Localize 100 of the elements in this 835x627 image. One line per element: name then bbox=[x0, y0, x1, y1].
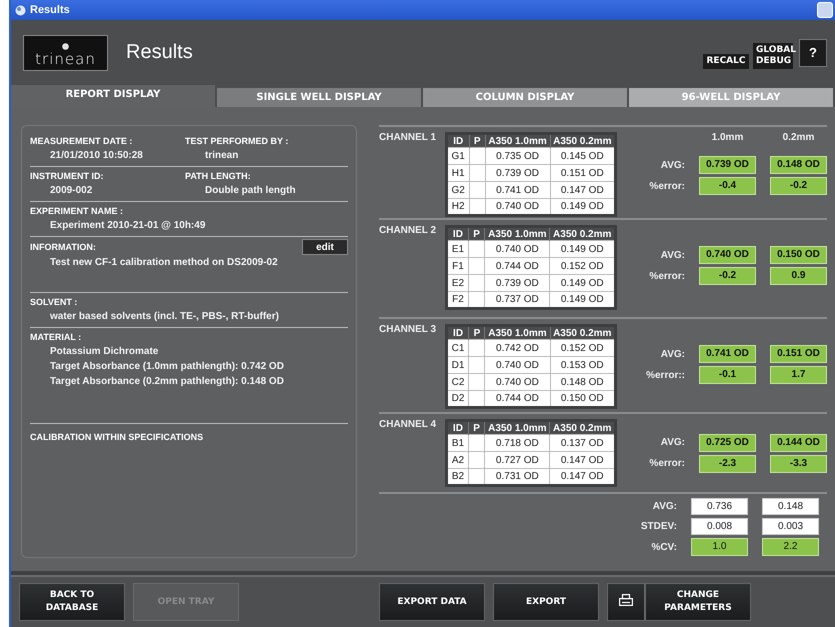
row-label: AVG: bbox=[660, 437, 685, 448]
result-value: 0.150 OD bbox=[770, 246, 827, 264]
table-cell: 0.741 OD bbox=[485, 182, 550, 198]
table-cell: 0.735 OD bbox=[485, 148, 550, 164]
dot-icon bbox=[62, 42, 69, 50]
table-cell: 0.145 OD bbox=[550, 148, 616, 164]
column-header: 0.2mm bbox=[782, 132, 816, 143]
footer-button[interactable]: BACK TO DATABASE bbox=[19, 583, 125, 621]
result-value: 0.736 bbox=[691, 498, 748, 515]
table-cell: 0.718 OD bbox=[484, 434, 550, 452]
page-title: Results bbox=[126, 41, 194, 64]
result-value: -0.1 bbox=[699, 366, 756, 384]
result-value: 0.144 OD bbox=[770, 434, 827, 452]
table-cell: E1 bbox=[446, 240, 469, 258]
column-header: A350 1.0mm bbox=[485, 134, 550, 148]
result-value: 0.148 OD bbox=[770, 156, 827, 174]
header-button[interactable]: RECALC bbox=[703, 54, 749, 68]
column-header: A350 1.0mm bbox=[484, 420, 550, 434]
app-icon bbox=[15, 4, 26, 16]
result-value: -0.2 bbox=[770, 177, 827, 195]
section-text: Target Absorbance (1.0mm pathlength): 0.742 OD bbox=[49, 360, 285, 374]
column-header: A350 0.2mm bbox=[550, 326, 616, 340]
field-value: 2009-002 bbox=[49, 184, 94, 198]
result-value: 0.003 bbox=[762, 518, 819, 535]
help-button[interactable]: ? bbox=[799, 38, 827, 66]
footer-button[interactable]: CHANGE PARAMETERS bbox=[645, 583, 751, 621]
table-cell: B1 bbox=[446, 434, 469, 452]
row-label: %CV: bbox=[650, 542, 677, 552]
footer-button[interactable]: EXPORT DATA bbox=[379, 583, 485, 621]
table-cell: D1 bbox=[446, 356, 469, 374]
column-header: P bbox=[468, 420, 485, 434]
table-cell: 0.739 OD bbox=[484, 274, 550, 292]
result-value: 0.741 OD bbox=[699, 345, 756, 363]
tab[interactable]: SINGLE WELL DISPLAY bbox=[217, 88, 421, 107]
result-value: 0.008 bbox=[691, 518, 748, 535]
table-cell: 0.727 OD bbox=[484, 452, 550, 468]
table-cell: A2 bbox=[446, 452, 469, 468]
column-header: A350 0.2mm bbox=[550, 226, 616, 240]
table-cell: F1 bbox=[446, 258, 469, 274]
table-cell: 0.149 OD bbox=[550, 240, 616, 258]
field-label: TEST PERFORMED BY : bbox=[185, 135, 290, 148]
result-value: 2.2 bbox=[762, 538, 819, 556]
tab[interactable]: REPORT DISPLAY bbox=[11, 85, 215, 107]
footer-button[interactable]: EXPORT bbox=[493, 583, 599, 621]
print-button[interactable] bbox=[607, 583, 645, 621]
field-value: Double path length bbox=[204, 184, 297, 198]
column-header: ID bbox=[446, 420, 469, 434]
row-label: %error: bbox=[648, 270, 685, 282]
row-label: AVG: bbox=[652, 501, 677, 512]
logo-text: trinean bbox=[35, 50, 96, 68]
table-cell: H1 bbox=[446, 164, 470, 182]
table-cell: E2 bbox=[446, 274, 469, 292]
result-value: 1.0 bbox=[691, 538, 748, 556]
table-cell: G2 bbox=[446, 182, 470, 198]
table-cell: C2 bbox=[446, 374, 469, 390]
table-cell: C1 bbox=[446, 340, 469, 356]
field-value: trinean bbox=[204, 149, 240, 163]
status-text: CALIBRATION WITHIN SPECIFICATIONS bbox=[30, 431, 204, 444]
result-value: 0.148 bbox=[762, 498, 819, 515]
table-cell: 0.739 OD bbox=[485, 164, 550, 182]
row-label: AVG: bbox=[660, 160, 685, 170]
window-title: Results bbox=[30, 4, 70, 16]
table-cell: 0.152 OD bbox=[550, 340, 616, 356]
column-header: A350 1.0mm bbox=[484, 226, 550, 240]
section-label: INFORMATION: bbox=[30, 241, 96, 254]
row-label: %error: bbox=[648, 180, 685, 192]
section-text: Potassium Dichromate bbox=[49, 345, 160, 359]
channel-label: CHANNEL 3 bbox=[379, 324, 438, 337]
table-cell: 0.740 OD bbox=[484, 374, 550, 390]
printer-icon bbox=[619, 594, 633, 606]
row-label: AVG: bbox=[660, 250, 685, 260]
result-value: 0.740 OD bbox=[699, 246, 756, 264]
section-text: Experiment 2010-21-01 @ 10h:49 bbox=[49, 219, 206, 233]
result-value: -3.3 bbox=[770, 454, 827, 472]
result-value: 0.9 bbox=[770, 267, 827, 285]
column-header: 1.0mm bbox=[710, 132, 744, 143]
result-value: 1.7 bbox=[770, 366, 827, 384]
row-label: %error:: bbox=[645, 370, 685, 380]
field-value: 21/01/2010 10:50:28 bbox=[49, 149, 144, 163]
section-label: MATERIAL : bbox=[30, 331, 82, 344]
section-label: EXPERIMENT NAME : bbox=[30, 205, 124, 218]
result-value: 0.739 OD bbox=[699, 156, 756, 174]
result-value: -0.2 bbox=[699, 267, 756, 285]
close-button[interactable] bbox=[817, 2, 833, 18]
result-value: -0.4 bbox=[699, 177, 756, 195]
column-header: ID bbox=[446, 326, 469, 340]
field-label: PATH LENGTH: bbox=[185, 170, 252, 183]
table-cell: 0.137 OD bbox=[550, 434, 616, 452]
section-text: Test new CF-1 calibration method on DS2009-02 bbox=[49, 256, 279, 270]
edit-button[interactable]: edit bbox=[302, 239, 348, 255]
section-text: Target Absorbance (0.2mm pathlength): 0.148 OD bbox=[49, 375, 285, 389]
column-header: P bbox=[468, 226, 485, 240]
table-cell: 0.744 OD bbox=[484, 258, 550, 274]
channel-label: CHANNEL 4 bbox=[379, 419, 438, 432]
channel-label: CHANNEL 1 bbox=[379, 132, 438, 145]
column-header: P bbox=[469, 134, 486, 148]
column-header: P bbox=[468, 326, 485, 340]
table-cell: 0.740 OD bbox=[484, 356, 550, 374]
section-label: SOLVENT : bbox=[30, 296, 78, 309]
section-text: water based solvents (incl. TE-, PBS-, RT-buffer) bbox=[49, 310, 280, 324]
